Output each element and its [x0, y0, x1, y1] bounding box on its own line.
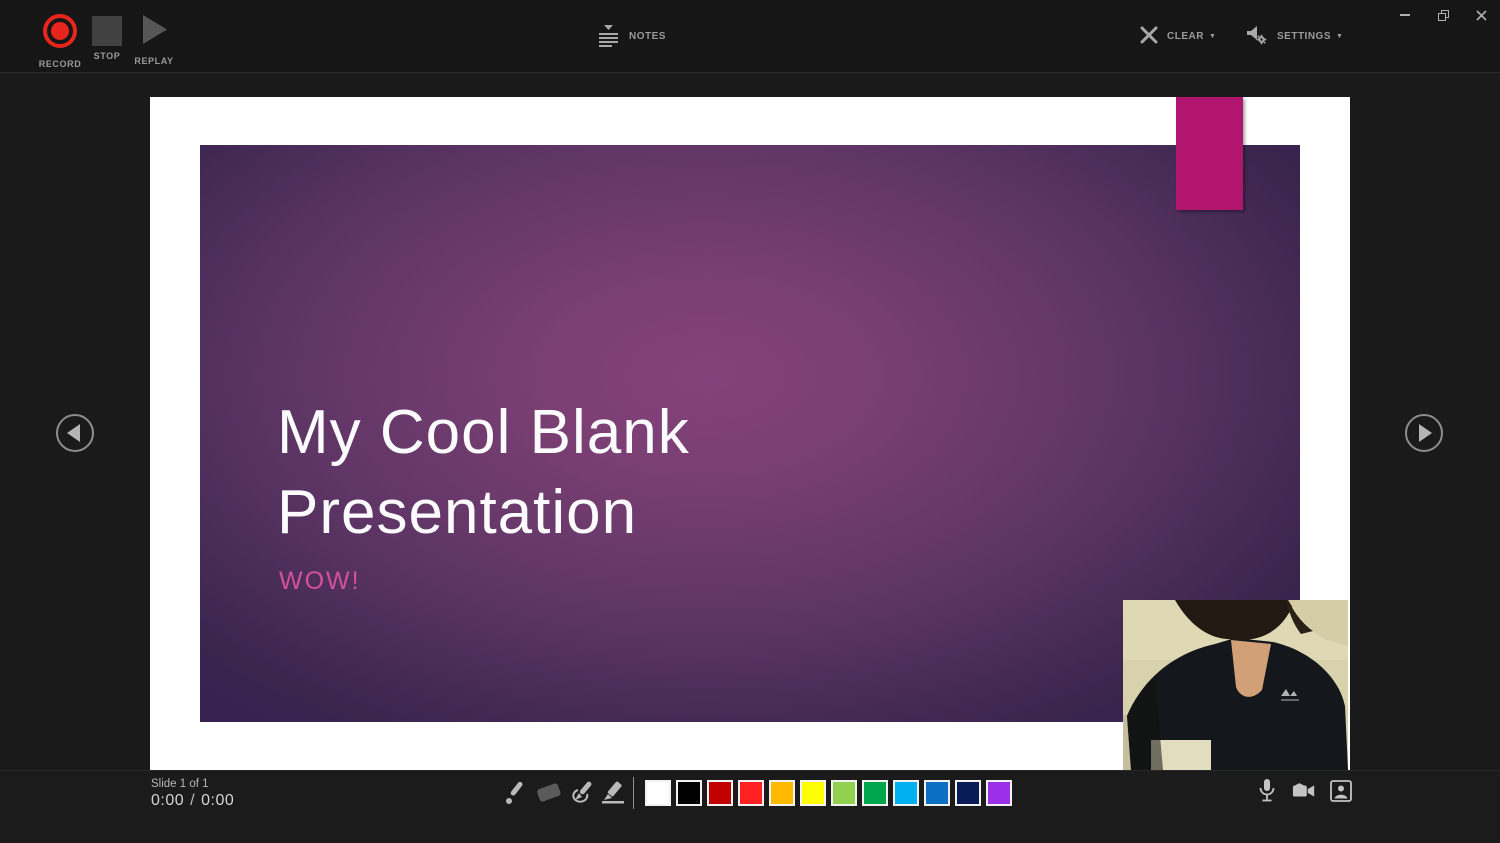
highlighter-icon: [599, 780, 627, 806]
ink-color-swatch-00b0f0[interactable]: [893, 780, 919, 806]
ink-color-palette: [640, 780, 1012, 806]
camera-preview-icon: [1330, 780, 1352, 802]
close-icon: [1476, 10, 1487, 21]
ink-color-swatch-ffff00[interactable]: [800, 780, 826, 806]
ink-color-swatch-ffffff[interactable]: [645, 780, 671, 806]
restore-button[interactable]: [1432, 6, 1454, 24]
highlighter-tool[interactable]: [599, 779, 627, 807]
av-controls: [1255, 779, 1353, 803]
ink-color-swatch-000000[interactable]: [676, 780, 702, 806]
restore-icon: [1438, 10, 1449, 21]
eraser-icon: [535, 780, 563, 806]
clear-dropdown-icon: ▼: [1209, 33, 1216, 40]
replay-button[interactable]: REPLAY: [132, 13, 176, 66]
ink-color-swatch-c00000[interactable]: [707, 780, 733, 806]
arrow-right-icon: [1419, 424, 1432, 442]
laser-pointer-tool[interactable]: [503, 779, 531, 807]
settings-label: SETTINGS: [1277, 31, 1331, 42]
replay-icon: [138, 13, 170, 51]
clear-icon: [1140, 26, 1158, 47]
camera-preview-toggle[interactable]: [1329, 779, 1353, 803]
timer-separator: /: [190, 792, 195, 810]
microphone-icon: [1258, 778, 1276, 804]
notes-icon: [596, 22, 620, 51]
slide-title-line2: Presentation: [277, 473, 690, 553]
clear-label: CLEAR: [1167, 31, 1204, 42]
ink-color-swatch-ff2121[interactable]: [738, 780, 764, 806]
slide-subtitle: WOW!: [279, 567, 361, 596]
timer-elapsed: 0:00: [151, 792, 184, 810]
ink-color-swatch-92d050[interactable]: [831, 780, 857, 806]
recording-timer: 0:00 / 0:00: [151, 792, 234, 810]
replay-label: REPLAY: [134, 56, 173, 66]
camera-icon: [1292, 782, 1316, 800]
ink-color-swatch-00a64c[interactable]: [862, 780, 888, 806]
slide-title: My Cool Blank Presentation: [277, 393, 690, 553]
slide-accent-bar: [1176, 97, 1243, 210]
stop-icon: [92, 16, 122, 46]
laser-pointer-icon: [504, 780, 530, 806]
settings-button[interactable]: SETTINGS ▼: [1246, 0, 1343, 73]
microphone-toggle[interactable]: [1255, 779, 1279, 803]
camera-preview-feed: [1123, 600, 1348, 770]
close-button[interactable]: [1470, 6, 1492, 24]
settings-icon: [1246, 25, 1268, 48]
ink-color-swatch-0b6fc2[interactable]: [924, 780, 950, 806]
minimize-icon: [1400, 14, 1410, 16]
bottom-status-bar: Slide 1 of 1 0:00 / 0:00: [0, 770, 1500, 843]
ink-color-swatch-9b30e8[interactable]: [986, 780, 1012, 806]
eraser-tool[interactable]: [535, 779, 563, 807]
minimize-button[interactable]: [1394, 6, 1416, 24]
camera-toggle[interactable]: [1292, 779, 1316, 803]
timer-total: 0:00: [201, 792, 234, 810]
webcam-person-image: [1123, 600, 1348, 770]
window-controls: [1394, 6, 1492, 24]
ink-color-swatch-0a1c57[interactable]: [955, 780, 981, 806]
record-icon: [42, 13, 78, 54]
stop-label: STOP: [94, 51, 121, 61]
ink-color-swatch-ffb900[interactable]: [769, 780, 795, 806]
pen-icon: [567, 780, 595, 806]
arrow-left-icon: [67, 424, 80, 442]
ink-toolbar: [503, 777, 1012, 809]
toolbar-divider: [633, 777, 634, 809]
stop-button[interactable]: STOP: [88, 13, 126, 61]
record-button[interactable]: RECORD: [38, 13, 82, 69]
slide-title-line1: My Cool Blank: [277, 393, 690, 473]
pen-tool[interactable]: [567, 779, 595, 807]
slide-indicator: Slide 1 of 1: [151, 778, 209, 790]
notes-button[interactable]: NOTES: [596, 0, 666, 73]
settings-dropdown-icon: ▼: [1336, 33, 1343, 40]
next-slide-button[interactable]: [1405, 414, 1443, 452]
notes-label: NOTES: [629, 31, 666, 42]
clear-button[interactable]: CLEAR ▼: [1140, 0, 1216, 73]
previous-slide-button[interactable]: [56, 414, 94, 452]
record-label: RECORD: [39, 59, 82, 69]
recording-window: RECORD STOP REPLAY: [0, 0, 1500, 843]
top-toolbar: RECORD STOP REPLAY: [0, 0, 1500, 73]
